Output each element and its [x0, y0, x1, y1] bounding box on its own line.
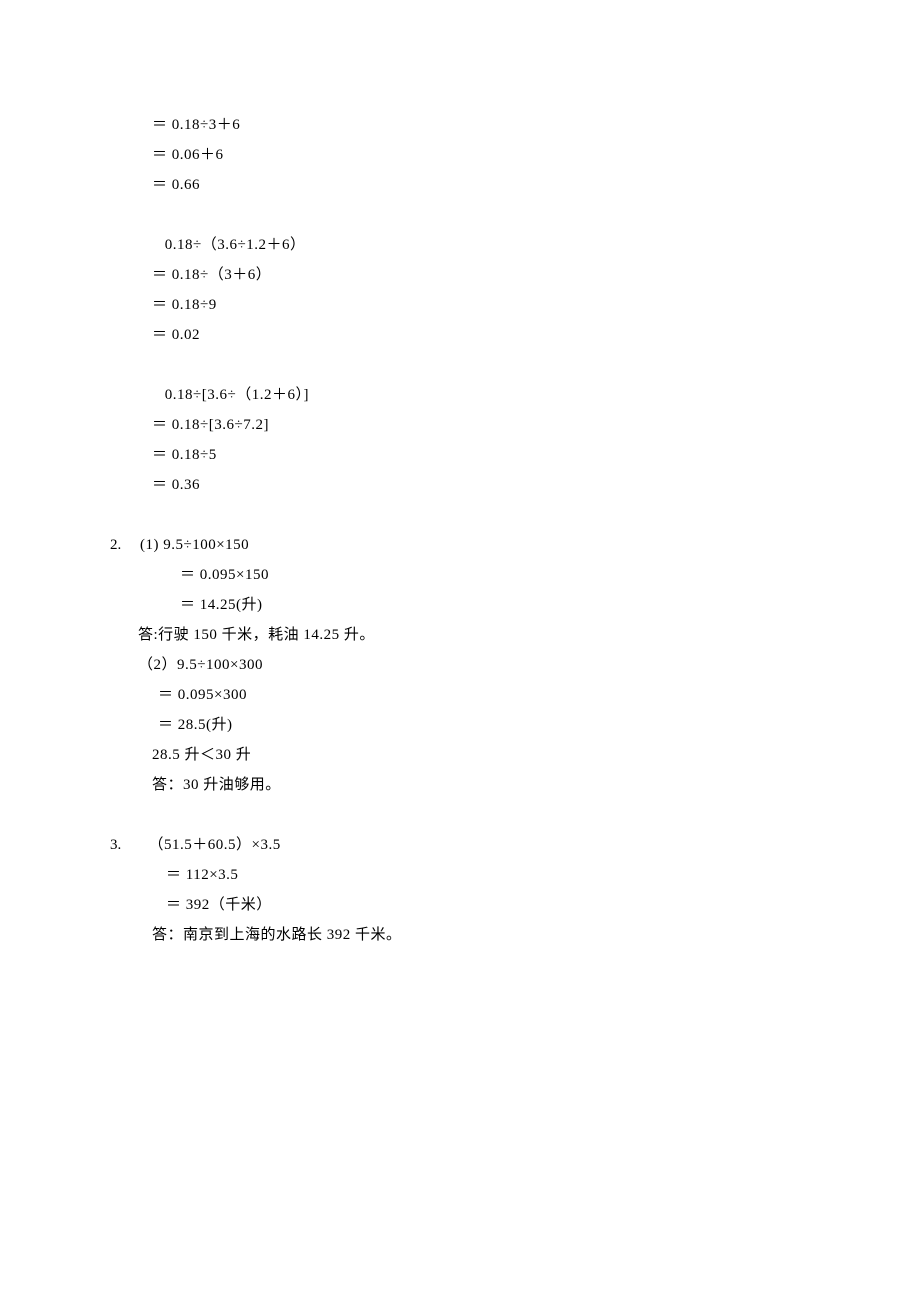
calc-line: （2）9.5÷100×300 [110, 650, 810, 680]
calc-line: (1) 9.5÷100×150 [140, 530, 249, 560]
calc-line: ＝ 0.06＋6 [110, 140, 810, 170]
answer-line: 答:行驶 150 千米，耗油 14.25 升。 [110, 620, 810, 650]
calc-line: 0.18÷[3.6÷（1.2＋6）] [110, 380, 810, 410]
answer-line: 答：30 升油够用。 [110, 770, 810, 800]
calc-block-1: ＝ 0.18÷3＋6 ＝ 0.06＋6 ＝ 0.66 [110, 110, 810, 200]
calc-line: ＝ 0.18÷[3.6÷7.2] [110, 410, 810, 440]
calc-line: ＝ 0.36 [110, 470, 810, 500]
calc-block-2: 0.18÷（3.6÷1.2＋6） ＝ 0.18÷（3＋6） ＝ 0.18÷9 ＝… [110, 230, 810, 350]
calc-line: ＝ 392（千米） [110, 890, 810, 920]
problem-first-line: 2. (1) 9.5÷100×150 [110, 530, 810, 560]
calc-line: ＝ 28.5(升) [110, 710, 810, 740]
calc-line: ＝ 112×3.5 [110, 860, 810, 890]
calc-line: ＝ 0.66 [110, 170, 810, 200]
problem-number: 2. [110, 530, 140, 560]
calc-line: （51.5＋60.5）×3.5 [140, 830, 281, 860]
answer-line: 答：南京到上海的水路长 392 千米。 [110, 920, 810, 950]
calc-line: ＝ 14.25(升) [110, 590, 810, 620]
calc-line: ＝ 0.18÷9 [110, 290, 810, 320]
calc-line: ＝ 0.18÷3＋6 [110, 110, 810, 140]
calc-line: 0.18÷（3.6÷1.2＋6） [110, 230, 810, 260]
problem-3: 3. （51.5＋60.5）×3.5 ＝ 112×3.5 ＝ 392（千米） 答… [110, 830, 810, 950]
problem-number: 3. [110, 830, 140, 860]
calc-line: ＝ 0.095×300 [110, 680, 810, 710]
calc-line: ＝ 0.095×150 [110, 560, 810, 590]
calc-line: ＝ 0.02 [110, 320, 810, 350]
comparison-line: 28.5 升＜30 升 [110, 740, 810, 770]
calc-line: ＝ 0.18÷5 [110, 440, 810, 470]
problem-first-line: 3. （51.5＋60.5）×3.5 [110, 830, 810, 860]
calc-block-3: 0.18÷[3.6÷（1.2＋6）] ＝ 0.18÷[3.6÷7.2] ＝ 0.… [110, 380, 810, 500]
problem-2: 2. (1) 9.5÷100×150 ＝ 0.095×150 ＝ 14.25(升… [110, 530, 810, 800]
calc-line: ＝ 0.18÷（3＋6） [110, 260, 810, 290]
